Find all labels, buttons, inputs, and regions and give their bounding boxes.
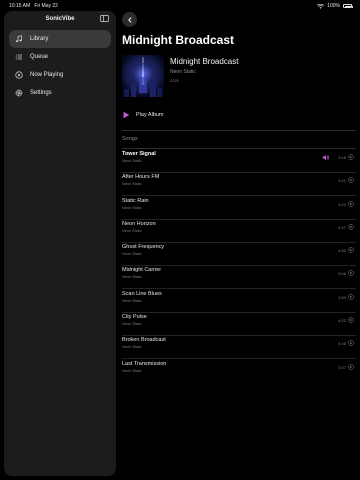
play-circle-icon[interactable] xyxy=(348,270,354,277)
song-title: Midnight Carrier xyxy=(122,267,162,274)
play-icon xyxy=(123,111,130,119)
song-title: Neon Horizon xyxy=(122,220,156,227)
song-artist: Neon Static xyxy=(122,322,142,327)
song-title: Static Rain xyxy=(122,197,149,204)
status-time: 10:15 AM Fri May 22 xyxy=(9,3,58,9)
song-row[interactable]: After Hours FM Neon Static 3:41 xyxy=(122,172,356,196)
song-title: Last Transmission xyxy=(122,360,167,367)
song-row[interactable]: Last Transmission Neon Static 3:37 xyxy=(122,359,356,382)
play-circle-icon[interactable] xyxy=(348,224,354,230)
song-title: Scan Line Blues xyxy=(122,290,162,297)
wifi-icon xyxy=(317,3,325,9)
song-list: Tower Signal Neon Static 3:18 After Hours F… xyxy=(122,149,356,382)
song-duration: 3:37 xyxy=(338,364,346,370)
sidebar: SonicVibe Library Queue Now Playing Sett… xyxy=(4,11,116,476)
play-circle-icon[interactable] xyxy=(348,154,354,160)
divider xyxy=(122,130,356,131)
play-circle-icon[interactable] xyxy=(348,294,354,300)
song-row[interactable]: Ghost Frequency Neon Static 4:50 xyxy=(122,242,356,266)
play-circle-icon[interactable] xyxy=(348,340,354,347)
song-row[interactable]: City Pulse Neon Static 4:22 xyxy=(122,312,356,336)
battery-percent: 100% xyxy=(327,3,340,9)
song-row[interactable]: Broken Broadcast Neon Static 4:45 xyxy=(122,335,356,359)
play-circle-icon[interactable] xyxy=(348,317,354,323)
status-date: Fri May 22 xyxy=(34,3,58,9)
play-circle-icon[interactable] xyxy=(348,247,354,253)
song-duration: 4:50 xyxy=(338,248,346,254)
song-row[interactable]: Static Rain Neon Static 4:04 xyxy=(122,196,356,220)
song-duration: 4:45 xyxy=(338,341,346,347)
play-circle-icon[interactable] xyxy=(348,363,354,370)
song-title: City Pulse xyxy=(122,314,147,321)
album-year: 2026 xyxy=(170,78,179,83)
song-duration: 5:06 xyxy=(338,271,346,277)
song-artist: Neon Static xyxy=(122,252,142,257)
sidebar-menu: Library Queue Now Playing Settings xyxy=(9,30,111,102)
song-artist: Neon Static xyxy=(122,182,142,187)
sidebar-item-queue[interactable]: Queue xyxy=(9,48,111,66)
song-artist: Neon Static xyxy=(122,345,142,350)
page-title: Midnight Broadcast xyxy=(122,33,235,47)
songs-header: Songs xyxy=(122,136,138,142)
song-row[interactable]: Scan Line Blues Neon Static 3:59 xyxy=(122,289,356,313)
song-title: Ghost Frequency xyxy=(122,244,165,251)
list-icon xyxy=(15,54,22,60)
sidebar-item-label: Queue xyxy=(30,54,49,60)
song-duration: 4:27 xyxy=(338,224,346,230)
song-artist: Neon Static xyxy=(122,228,142,233)
song-duration: 3:59 xyxy=(338,294,346,300)
album-detail: Midnight Broadcast Midnight Broadcast Ne… xyxy=(122,11,356,476)
music-library-icon xyxy=(15,35,22,43)
song-artist: Neon Static xyxy=(122,368,142,373)
song-title: Broken Broadcast xyxy=(122,337,166,344)
sidebar-item-label: Now Playing xyxy=(30,72,64,78)
song-artist: Neon Static xyxy=(122,159,142,163)
play-circle-icon[interactable] xyxy=(348,200,354,207)
song-title: Tower Signal xyxy=(122,151,156,157)
song-artist: Neon Static xyxy=(122,205,142,210)
album-artwork xyxy=(122,55,164,97)
album-artist[interactable]: Neon Static xyxy=(170,69,196,75)
sidebar-item-settings[interactable]: Settings xyxy=(9,84,111,102)
sidebar-item-label: Settings xyxy=(30,90,52,96)
sidebar-item-label: Library xyxy=(30,36,49,42)
song-duration: 3:41 xyxy=(338,178,346,184)
song-duration: 4:22 xyxy=(338,318,346,324)
back-button[interactable] xyxy=(122,12,137,27)
speaker-icon xyxy=(322,154,329,160)
song-artist: Neon Static xyxy=(122,298,142,303)
song-row[interactable]: Neon Horizon Neon Static 4:27 xyxy=(122,219,356,243)
chevron-left-icon xyxy=(127,16,131,23)
sidebar-item-library[interactable]: Library xyxy=(9,30,111,48)
battery-icon xyxy=(343,4,353,8)
play-album-label: Play Album xyxy=(136,112,164,118)
album-artwork-image xyxy=(122,55,164,97)
gear-icon xyxy=(15,89,23,97)
album-title: Midnight Broadcast xyxy=(170,57,239,66)
song-artist: Neon Static xyxy=(122,275,142,280)
song-duration: 4:04 xyxy=(338,201,346,207)
sidebar-toggle-icon[interactable] xyxy=(100,15,109,22)
song-row[interactable]: Tower Signal Neon Static 3:18 xyxy=(122,149,356,173)
song-row[interactable]: Midnight Carrier Neon Static 5:06 xyxy=(122,265,356,290)
play-circle-icon xyxy=(15,71,23,79)
play-circle-icon[interactable] xyxy=(348,177,354,184)
song-duration: 3:18 xyxy=(338,155,346,160)
song-title: After Hours FM xyxy=(122,174,160,181)
play-album-button[interactable]: Play Album xyxy=(122,109,164,121)
sidebar-item-now-playing[interactable]: Now Playing xyxy=(9,66,111,84)
